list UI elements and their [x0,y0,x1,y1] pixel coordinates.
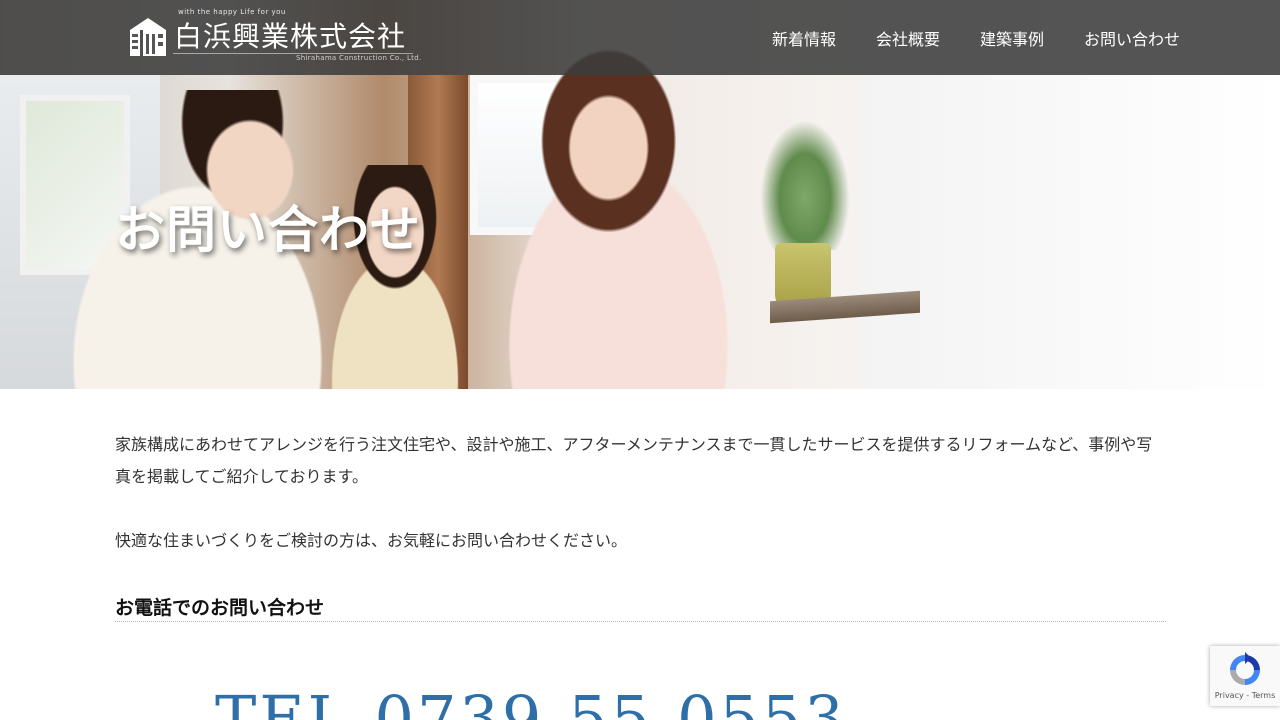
recaptcha-links[interactable]: Privacy - Terms [1210,691,1280,700]
nav-contact[interactable]: お問い合わせ [1084,26,1180,50]
recaptcha-icon [1227,652,1263,688]
contact-invitation: 快適な住まいづくりをご検討の方は、お気軽にお問い合わせください。 [115,531,628,550]
building-icon [128,16,170,58]
nav-works[interactable]: 建築事例 [980,26,1044,50]
site-header: with the happy Life for you 白浜興業株式会社 Shi… [0,0,1280,75]
intro-paragraph: 家族構成にあわせてアレンジを行う注文住宅や、設計や施工、アフターメンテナンスまで… [115,435,1153,486]
nav-company[interactable]: 会社概要 [876,26,940,50]
logo-text: 白浜興業株式会社 [174,20,407,53]
logo-subtitle: Shirahama Construction Co., Ltd. [296,54,422,62]
logo-tagline: with the happy Life for you [178,8,286,16]
site-logo[interactable]: with the happy Life for you 白浜興業株式会社 Shi… [128,8,422,66]
hero-wall [860,75,1280,389]
page-title: お問い合わせ [115,201,421,259]
nav-news[interactable]: 新着情報 [772,26,836,50]
main-nav: 新着情報 会社概要 建築事例 お問い合わせ [732,0,1180,75]
phone-section-heading: お電話でのお問い合わせ [115,596,1166,622]
recaptcha-badge[interactable]: Privacy - Terms [1210,646,1280,706]
main-content: 家族構成にあわせてアレンジを行う注文住宅や、設計や施工、アフターメンテナンスまで… [115,389,1166,622]
hero-person-woman [470,40,800,389]
phone-number[interactable]: TEL 0739-55-0553 [215,688,847,720]
